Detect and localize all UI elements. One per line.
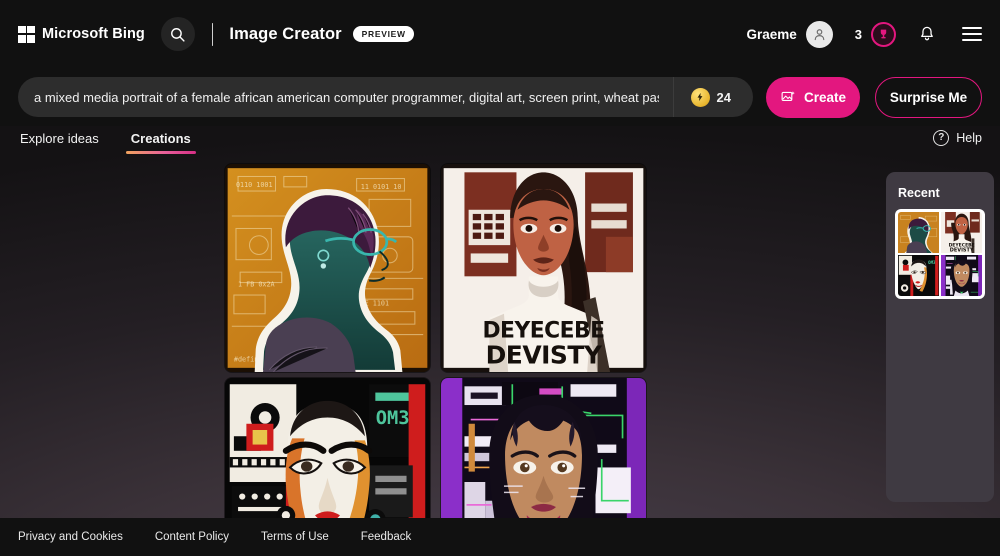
header-divider [211, 22, 214, 46]
preview-badge: PREVIEW [352, 26, 414, 42]
rewards-count: 3 [854, 26, 862, 42]
creation-tile[interactable]: 0110 100111 0101 10 1 FB 0x2A0x3E 1101 <… [225, 164, 430, 372]
search-icon [171, 27, 185, 42]
recent-thumb-icon-3: OM3C [898, 254, 940, 296]
page-title: Image Creator [229, 24, 342, 43]
bing-logo-text: Microsoft Bing [42, 26, 145, 42]
create-button-label: Create [804, 89, 847, 105]
creations-content: 0110 100111 0101 10 1 FB 0x2A0x3E 1101 <… [0, 164, 1000, 556]
svg-text:0110 1001: 0110 1001 [236, 181, 273, 189]
rewards-button[interactable] [871, 21, 896, 47]
svg-text:DEVISTY: DEVISTY [950, 248, 974, 254]
recent-title: Recent [898, 186, 940, 200]
creation-image-2: DEYECEBE DEVISTY [441, 164, 646, 372]
header-right-group: Graeme 3 [746, 20, 982, 48]
header-left-group: Microsoft Bing Image Creator PREVIEW [18, 17, 414, 51]
footer-link-terms[interactable]: Terms of Use [261, 531, 329, 543]
image-sparkle-icon [781, 91, 795, 102]
recent-thumb-icon-4 [940, 254, 982, 296]
recent-thumb-cell: DEYECEBE DEVISTY [940, 212, 982, 254]
question-circle-icon: ? [933, 130, 950, 146]
recent-panel: Recent DEYECEBE DEVISTY OM3C [886, 172, 994, 502]
tab-bar: Explore ideas Creations ? Help [0, 126, 1000, 164]
recent-thumbnail-grid: DEYECEBE DEVISTY OM3C [898, 212, 982, 296]
recent-thumb-icon-2: DEYECEBE DEVISTY [940, 212, 982, 254]
microsoft-bing-logo[interactable]: Microsoft Bing [18, 25, 145, 43]
recent-thumb-icon-1 [898, 212, 940, 254]
notifications-button[interactable] [918, 25, 936, 43]
prompt-bar: 24 Create Surprise Me [0, 68, 1000, 126]
bell-icon [921, 26, 933, 41]
person-icon [814, 28, 825, 40]
lightning-coin-icon [690, 87, 710, 107]
creation-tile[interactable]: DEYECEBE DEVISTY [441, 164, 646, 372]
recent-thumb-cell [898, 212, 940, 254]
boost-counter[interactable]: 24 [672, 77, 753, 117]
menu-button[interactable] [962, 27, 982, 41]
help-button[interactable]: ? Help [933, 126, 982, 146]
tab-creations[interactable]: Creations [125, 126, 196, 156]
footer-link-feedback[interactable]: Feedback [361, 531, 412, 543]
footer-link-content-policy[interactable]: Content Policy [155, 531, 229, 543]
microsoft-grid-icon [18, 25, 35, 43]
prompt-input[interactable] [18, 77, 673, 117]
create-button[interactable]: Create [766, 76, 861, 118]
recent-thumbnail[interactable]: DEYECEBE DEVISTY OM3C [895, 209, 985, 299]
help-label: Help [956, 131, 982, 145]
footer: Privacy and Cookies Content Policy Terms… [0, 518, 1000, 556]
svg-text:1 FB 0x2A: 1 FB 0x2A [238, 281, 275, 289]
creation-image-1: 0110 100111 0101 10 1 FB 0x2A0x3E 1101 <… [225, 164, 430, 372]
trophy-icon [880, 29, 887, 38]
prompt-input-shell: 24 [18, 77, 753, 117]
boost-count: 24 [716, 89, 731, 105]
surprise-me-label: Surprise Me [889, 89, 968, 105]
recent-thumb-cell [940, 254, 982, 296]
footer-link-privacy[interactable]: Privacy and Cookies [18, 531, 123, 543]
creations-grid: 0110 100111 0101 10 1 FB 0x2A0x3E 1101 <… [225, 164, 653, 556]
image-creator-app: Microsoft Bing Image Creator PREVIEW Gra… [0, 0, 1000, 556]
username-label: Graeme [746, 26, 797, 42]
surprise-me-button[interactable]: Surprise Me [875, 76, 982, 118]
shirt-text-line-2: DEVISTY [486, 341, 603, 370]
recent-thumb-cell: OM3C [898, 254, 940, 296]
tab-explore-ideas[interactable]: Explore ideas [18, 126, 101, 156]
svg-text:11 0101 10: 11 0101 10 [361, 183, 402, 191]
top-header: Microsoft Bing Image Creator PREVIEW Gra… [0, 0, 1000, 68]
avatar[interactable] [805, 20, 833, 48]
search-button[interactable] [160, 17, 195, 51]
